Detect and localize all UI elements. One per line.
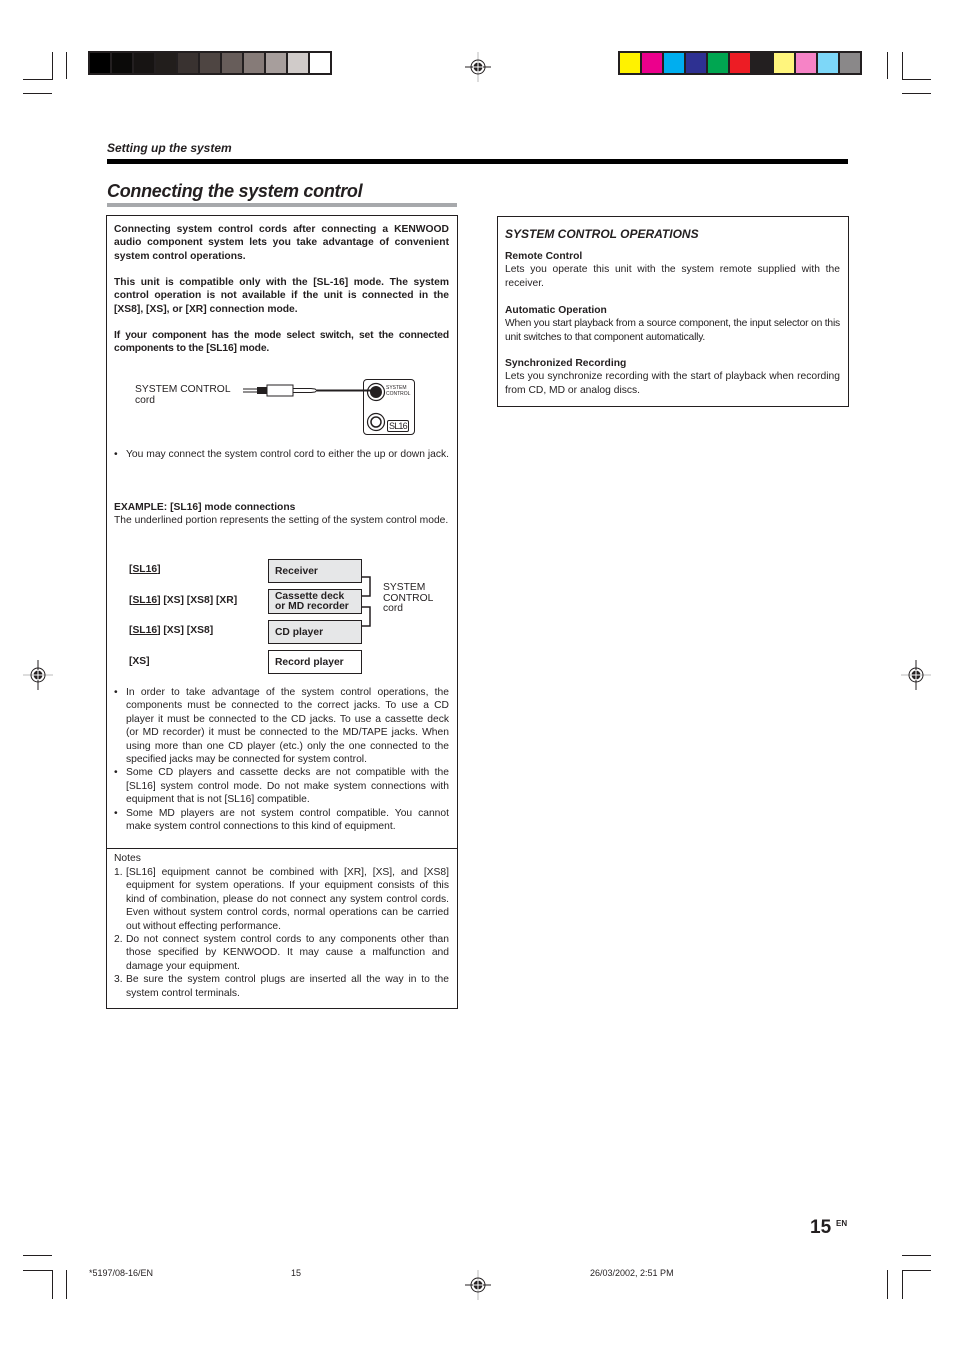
- note-item: 1. [SL16] equipment cannot be combined wi…: [114, 867, 449, 932]
- color-swatch: [642, 53, 662, 73]
- intro-paragraph-1: Connecting system control cords after co…: [114, 224, 449, 262]
- grayscale-swatch: [266, 53, 286, 73]
- color-swatch: [708, 53, 728, 73]
- mode-label-receiver: [SL16]: [129, 564, 161, 575]
- section-rule: [107, 159, 848, 164]
- intro-paragraph-2: This unit is compatible only with the [S…: [114, 277, 449, 315]
- section-label: Setting up the system: [107, 141, 232, 155]
- note-item: 3. Be sure the system control plugs are i…: [114, 974, 449, 999]
- slug-page: 15: [291, 1268, 302, 1278]
- color-calibration-bar: [618, 51, 862, 75]
- cord-label-line2: cord: [135, 395, 156, 406]
- cord-label: SYSTEM CONTROL cord: [383, 582, 434, 614]
- operation-remote-control: Remote Control Lets you operate this uni…: [505, 251, 840, 289]
- color-swatch: [730, 53, 750, 73]
- note-item: 2. Do not connect system control cords to…: [114, 934, 449, 972]
- title-rule: [107, 203, 457, 207]
- grayscale-swatch: [156, 53, 176, 73]
- jack-label-line2: CONTROL: [386, 391, 411, 397]
- color-swatch: [774, 53, 794, 73]
- grayscale-swatch: [244, 53, 264, 73]
- color-swatch: [686, 53, 706, 73]
- grayscale-swatch: [90, 53, 110, 73]
- rear-panel-jacks: SYSTEM CONTROL SL16: [363, 379, 415, 435]
- page-number: 15: [810, 1217, 832, 1238]
- sl16-mode-badge: SL16: [387, 420, 409, 432]
- mode-label-cd: [SL16] [XS] [XS8]: [129, 625, 214, 636]
- color-swatch: [620, 53, 640, 73]
- grayscale-swatch: [310, 53, 330, 73]
- grayscale-swatch: [200, 53, 220, 73]
- cord-bracket-lines: [362, 576, 371, 627]
- page-title: Connecting the system control: [107, 181, 363, 201]
- mode-label-record-player: [XS]: [129, 656, 150, 667]
- component-cd-player: CD player: [268, 620, 362, 644]
- color-swatch: [818, 53, 838, 73]
- component-record-player: Record player: [268, 650, 362, 674]
- registration-mark-icon: [23, 660, 53, 690]
- grayscale-calibration-bar: [88, 51, 332, 75]
- mode-label-cassette: [SL16] [XS] [XS8] [XR]: [129, 595, 238, 606]
- registration-mark-icon: [465, 1270, 491, 1300]
- color-swatch: [664, 53, 684, 73]
- bullet-item: In order to take advantage of the system…: [114, 686, 449, 766]
- color-swatch: [840, 53, 860, 73]
- component-receiver: Receiver: [268, 559, 362, 583]
- color-swatch: [796, 53, 816, 73]
- grayscale-swatch: [222, 53, 242, 73]
- example-description: The underlined portion represents the se…: [114, 515, 449, 526]
- notes-heading: Notes: [114, 853, 141, 864]
- component-cassette-md: Cassette deck or MD recorder: [268, 589, 362, 614]
- intro-paragraph-3: If your component has the mode select sw…: [114, 330, 449, 355]
- operation-automatic: Automatic Operation When you start playb…: [505, 305, 840, 343]
- page-language: EN: [836, 1219, 848, 1228]
- example-heading: EXAMPLE: [SL16] mode connections: [114, 502, 296, 513]
- grayscale-swatch: [112, 53, 132, 73]
- cord-label-line1: SYSTEM CONTROL: [135, 384, 231, 395]
- grayscale-swatch: [288, 53, 308, 73]
- operation-synchronized-recording: Synchronized Recording Lets you synchron…: [505, 358, 840, 396]
- grayscale-swatch: [178, 53, 198, 73]
- color-swatch: [752, 53, 772, 73]
- grayscale-swatch: [134, 53, 154, 73]
- compatibility-bullets: In order to take advantage of the system…: [114, 686, 449, 833]
- operations-heading: SYSTEM CONTROL OPERATIONS: [505, 227, 699, 241]
- registration-mark-icon: [465, 52, 491, 82]
- registration-mark-icon: [901, 660, 931, 690]
- bullet-item: Some CD players and cassette decks are n…: [114, 766, 449, 806]
- jack-upper-icon: [366, 382, 386, 402]
- jack-note: You may connect the system control cord …: [114, 448, 449, 462]
- slug-date: 26/03/2002, 2:51 PM: [590, 1268, 674, 1278]
- jack-lower-icon: [366, 412, 386, 432]
- system-control-operations-box: SYSTEM CONTROL OPERATIONS Remote Control…: [497, 216, 849, 407]
- bullet-item: Some MD players are not system control c…: [114, 807, 449, 834]
- notes-list: 1. [SL16] equipment cannot be combined wi…: [114, 866, 449, 1000]
- slug-file-code: *5197/08-16/EN: [89, 1268, 154, 1278]
- notes-divider: [107, 848, 457, 849]
